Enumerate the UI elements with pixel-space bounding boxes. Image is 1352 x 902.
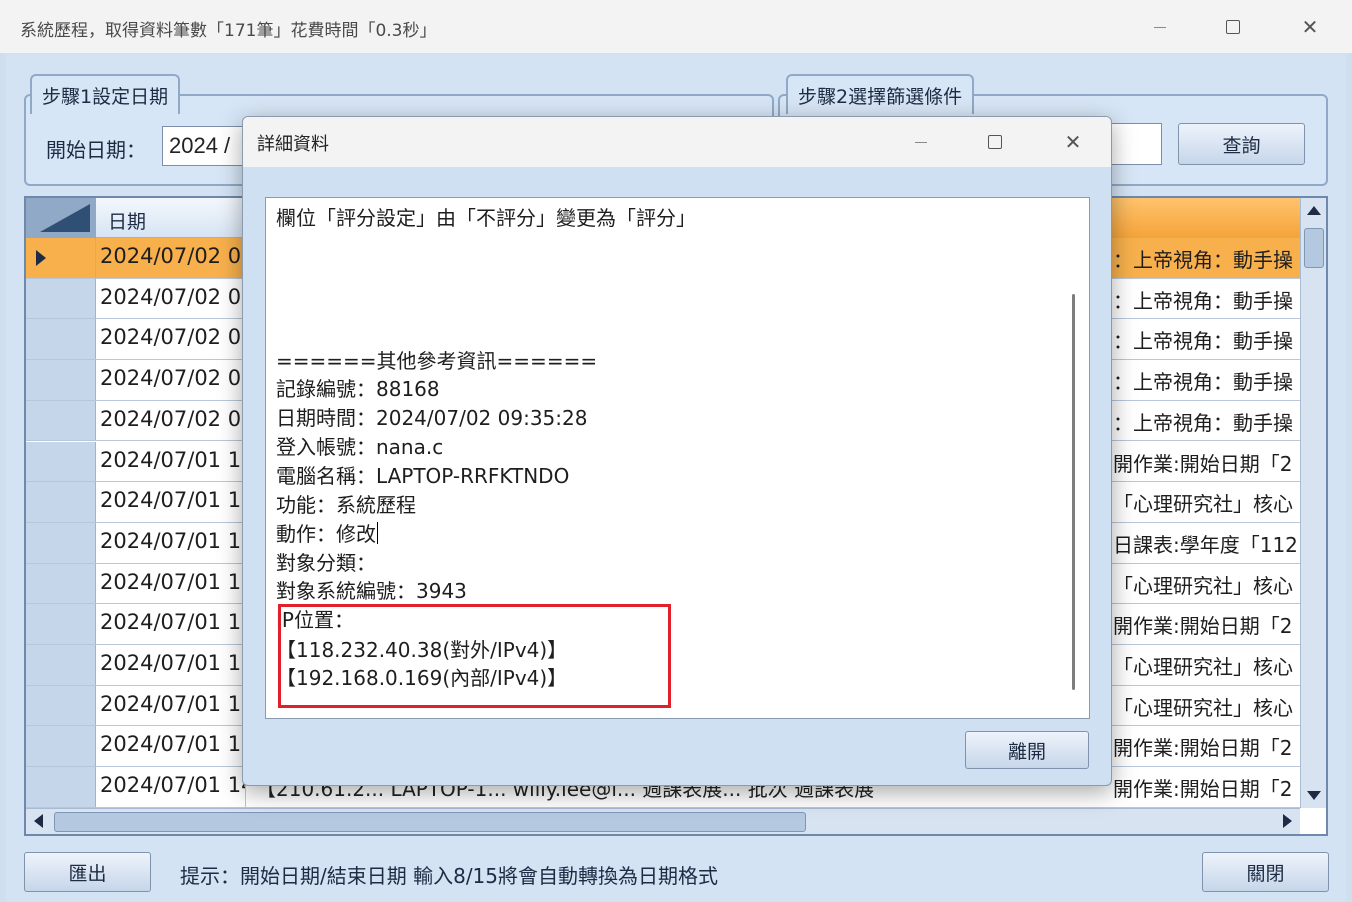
minimize-button[interactable] [1130,0,1190,54]
step1-tab: 步驟1設定日期 [30,74,181,114]
cell-description[interactable]: 開作業:開始日期「2 [1111,442,1301,482]
cell-description[interactable]: ：上帝視角：動手操 [1111,319,1301,359]
text-caret [377,522,378,544]
scroll-left-icon[interactable] [34,814,43,828]
row-selector[interactable] [26,400,96,441]
cell-description[interactable]: 日課表:學年度「112 [1111,523,1301,563]
column-header-date[interactable]: 日期 [108,207,146,234]
cell-date[interactable]: 2024/07/01 1 [96,441,246,482]
scroll-right-icon[interactable] [1283,814,1292,828]
dialog-close-button[interactable]: ✕ [1043,117,1103,167]
detail-line-computer: 電腦名稱：LAPTOP-RRFKTNDO [276,464,570,488]
cell-date[interactable]: 2024/07/01 1 [96,645,246,685]
row-selector[interactable] [26,522,96,563]
cell-description[interactable]: 「心理研究社」核心 [1111,686,1301,726]
corner-triangle-icon [40,204,90,232]
cell-date[interactable]: 2024/07/01 1 [96,726,246,767]
horizontal-scroll-thumb[interactable] [54,812,806,832]
cell-date[interactable]: 2024/07/01 1 [96,604,246,644]
close-icon: ✕ [1064,130,1082,154]
minimize-icon [915,141,927,143]
cell-date[interactable]: 2024/07/01 1 [96,563,246,604]
row-selector[interactable] [26,645,96,685]
vertical-scroll-thumb[interactable] [1304,228,1324,268]
vertical-scrollbar[interactable] [1300,198,1326,808]
start-date-input[interactable] [162,126,252,166]
select-all-corner[interactable] [26,198,96,238]
row-selector[interactable] [26,482,96,522]
maximize-button[interactable] [1203,0,1263,54]
action-text: 動作：修改 [276,522,376,546]
row-selector[interactable] [26,360,96,400]
scroll-down-icon[interactable] [1307,791,1321,800]
cell-description[interactable]: 「心理研究社」核心 [1111,482,1301,522]
current-row-arrow-icon [36,250,46,266]
cell-date[interactable]: 2024/07/01 1 [96,685,246,726]
row-selector[interactable] [26,726,96,767]
row-selector[interactable] [26,238,96,278]
row-selector[interactable] [26,441,96,482]
cell-description[interactable]: ：上帝視角：動手操 [1111,401,1301,441]
scroll-up-icon[interactable] [1307,206,1321,215]
cell-date[interactable]: 2024/07/01 1 [96,522,246,563]
cell-description[interactable]: ：上帝視角：動手操 [1111,238,1301,278]
dialog-title-bar: 詳細資料 ✕ [243,117,1111,167]
cell-date[interactable]: 2024/07/02 0 [96,319,246,360]
dialog-title: 詳細資料 [257,134,329,155]
textbox-scrollbar[interactable] [1072,294,1075,690]
cell-date[interactable]: 2024/07/01 1 [96,482,246,522]
step2-tab: 步驟2選擇篩選條件 [786,74,975,114]
export-button[interactable]: 匯出 [24,852,151,892]
cell-description[interactable]: ：上帝視角：動手操 [1111,360,1301,400]
row-selector[interactable] [26,278,96,319]
query-button[interactable]: 查詢 [1178,123,1305,165]
detail-line-account: 登入帳號：nana.c [276,435,444,459]
maximize-icon [988,135,1002,149]
cell-description[interactable]: 「心理研究社」核心 [1111,645,1301,685]
detail-textbox[interactable]: 欄位「評分設定」由「不評分」變更為「評分」 ======其他參考資訊======… [265,197,1090,719]
detail-line-system-id: 對象系統編號：3943 [276,579,467,603]
column-header-description[interactable] [1111,198,1301,238]
cell-description[interactable]: 開作業:開始日期「2 [1111,767,1301,807]
minimize-icon [1154,26,1166,28]
ip-highlight-box [278,604,671,708]
dialog-maximize-button[interactable] [965,117,1025,167]
detail-line-datetime: 日期時間：2024/07/02 09:35:28 [276,406,588,430]
cell-description[interactable]: 「心理研究社」核心 [1111,564,1301,604]
maximize-icon [1226,20,1240,34]
row-selector[interactable] [26,767,96,807]
hint-text: 提示：開始日期/結束日期 輸入8/15將會自動轉換為日期格式 [180,864,719,888]
leave-button[interactable]: 離開 [965,731,1089,769]
row-selector[interactable] [26,685,96,726]
detail-line-record-id: 記錄編號：88168 [276,377,440,401]
detail-line-separator: ======其他參考資訊====== [276,349,598,373]
row-selector[interactable] [26,319,96,360]
close-icon: ✕ [1301,15,1319,39]
start-date-label: 開始日期： [46,138,146,162]
detail-dialog: 詳細資料 ✕ 欄位「評分設定」由「不評分」變更為「評分」 ======其他參考資… [242,116,1112,786]
cell-date[interactable]: 2024/07/01 14... [96,767,246,807]
cell-description[interactable]: 開作業:開始日期「2 [1111,604,1301,644]
cell-date[interactable]: 2024/07/02 0 [96,360,246,400]
cell-description[interactable]: ：上帝視角：動手操 [1111,279,1301,319]
detail-line-function: 功能：系統歷程 [276,493,416,517]
cell-date[interactable]: 2024/07/02 0 [96,238,246,278]
detail-line-change: 欄位「評分設定」由「不評分」變更為「評分」 [276,206,696,230]
cell-date[interactable]: 2024/07/02 0 [96,400,246,441]
detail-line-category: 對象分類： [276,551,376,575]
close-window-button[interactable]: 關閉 [1202,852,1329,892]
close-button[interactable]: ✕ [1280,0,1340,54]
row-selector[interactable] [26,604,96,644]
cell-description[interactable]: 開作業:開始日期「2 [1111,726,1301,766]
detail-line-action: 動作：修改 [276,518,378,547]
horizontal-scrollbar[interactable] [26,808,1300,834]
cell-date[interactable]: 2024/07/02 0 [96,278,246,319]
dialog-minimize-button[interactable] [891,117,951,167]
filter-input[interactable] [1106,123,1162,165]
window-title: 系統歷程，取得資料筆數「171筆」花費時間「0.3秒」 [20,21,437,41]
row-selector[interactable] [26,563,96,604]
title-bar: 系統歷程，取得資料筆數「171筆」花費時間「0.3秒」 ✕ [0,0,1352,54]
